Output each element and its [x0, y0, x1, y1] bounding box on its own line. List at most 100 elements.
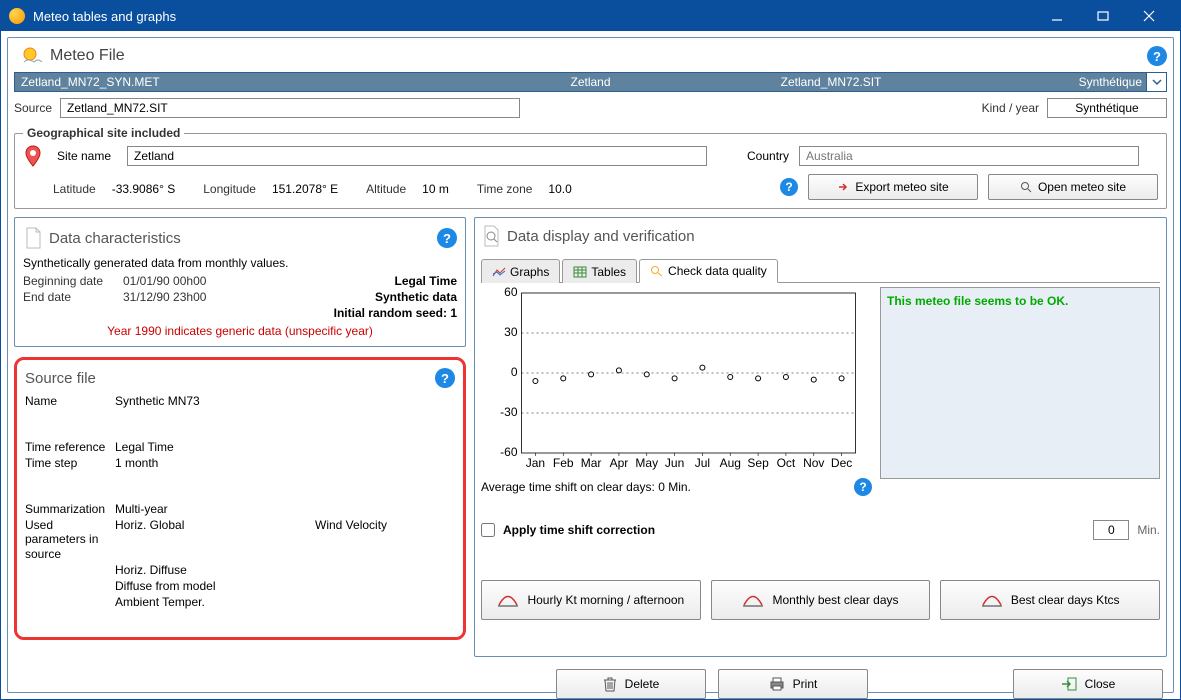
- pin-icon: [23, 144, 43, 168]
- synthetic-data: Synthetic data: [375, 290, 457, 304]
- curve-icon: [742, 592, 764, 608]
- svg-text:60: 60: [504, 287, 518, 299]
- help-icon[interactable]: ?: [780, 178, 798, 196]
- data-display-panel: Data display and verification Graphs Tab…: [474, 217, 1167, 657]
- apply-shift-label: Apply time shift correction: [503, 523, 655, 537]
- name-label: Name: [25, 394, 115, 408]
- source-input[interactable]: [60, 98, 520, 118]
- curve-icon: [497, 592, 519, 608]
- timestep-value: 1 month: [115, 456, 455, 470]
- tab-label: Check data quality: [668, 264, 767, 278]
- open-label: Open meteo site: [1038, 180, 1126, 194]
- shift-minutes-input[interactable]: [1093, 520, 1129, 540]
- svg-text:Dec: Dec: [831, 456, 852, 470]
- data-char-title: Data characteristics: [49, 230, 437, 247]
- tab-graphs[interactable]: Graphs: [481, 259, 560, 283]
- kind-value: Synthétique: [1047, 98, 1167, 118]
- param2: Horiz. Diffuse: [115, 563, 455, 577]
- maximize-button[interactable]: [1080, 1, 1126, 31]
- min-label: Min.: [1137, 523, 1160, 537]
- begin-value: 01/01/90 00h00: [123, 274, 206, 288]
- source-file-panel: Source file ? NameSynthetic MN73 Time re…: [14, 357, 466, 640]
- titlebar: Meteo tables and graphs: [1, 1, 1180, 31]
- arrow-right-icon: [837, 181, 849, 193]
- svg-text:Sep: Sep: [747, 456, 769, 470]
- close-button[interactable]: [1126, 1, 1172, 31]
- close-dialog-button[interactable]: Close: [1013, 669, 1163, 699]
- svg-text:May: May: [635, 456, 658, 470]
- file-selector[interactable]: Zetland_MN72_SYN.MET Zetland Zetland_MN7…: [14, 72, 1167, 92]
- app-icon: [9, 8, 25, 24]
- svg-text:Aug: Aug: [720, 456, 741, 470]
- help-icon[interactable]: ?: [435, 368, 455, 388]
- used-label: Used parameters in source: [25, 518, 115, 561]
- svg-text:Jun: Jun: [665, 456, 684, 470]
- help-icon[interactable]: ?: [1147, 46, 1167, 66]
- print-button[interactable]: Print: [718, 669, 868, 699]
- chevron-down-icon[interactable]: [1146, 73, 1166, 91]
- svg-text:Apr: Apr: [610, 456, 629, 470]
- legal-time: Legal Time: [395, 274, 457, 288]
- document-icon: [23, 226, 43, 250]
- apply-shift-checkbox[interactable]: [481, 523, 495, 537]
- svg-text:0: 0: [511, 365, 518, 379]
- lon-value: 151.2078° E: [272, 182, 338, 196]
- param3: Diffuse from model: [115, 579, 455, 593]
- tab-label: Graphs: [510, 265, 549, 279]
- begin-label: Beginning date: [23, 274, 123, 288]
- display-title: Data display and verification: [507, 228, 1160, 245]
- timestep-label: Time step: [25, 456, 115, 470]
- search-icon: [650, 265, 664, 277]
- summ-value: Multi-year: [115, 502, 455, 516]
- timeref-value: Legal Time: [115, 440, 455, 454]
- btn-label: Best clear days Ktcs: [1011, 593, 1120, 607]
- best-clear-button[interactable]: Best clear days Ktcs: [940, 580, 1160, 620]
- hourly-kt-button[interactable]: Hourly Kt morning / afternoon: [481, 580, 701, 620]
- name-value: Synthetic MN73: [115, 394, 455, 408]
- export-meteo-button[interactable]: Export meteo site: [808, 174, 978, 200]
- file-name-b: Zetland: [564, 75, 616, 89]
- svg-text:30: 30: [504, 325, 518, 339]
- geo-fieldset: Geographical site included Site name Cou…: [14, 126, 1167, 209]
- country-input[interactable]: [799, 146, 1139, 166]
- file-name-c: Zetland_MN72.SIT: [775, 75, 888, 89]
- delete-button[interactable]: Delete: [556, 669, 706, 699]
- svg-text:Oct: Oct: [777, 456, 796, 470]
- kind-label: Kind / year: [982, 101, 1039, 115]
- graph-icon: [492, 266, 506, 278]
- tab-tables[interactable]: Tables: [562, 259, 637, 283]
- tz-label: Time zone: [477, 182, 533, 196]
- btn-label: Monthly best clear days: [772, 593, 898, 607]
- svg-text:Feb: Feb: [553, 456, 574, 470]
- status-text: This meteo file seems to be OK.: [887, 294, 1153, 308]
- site-name-input[interactable]: [127, 146, 707, 166]
- site-name-label: Site name: [57, 149, 117, 163]
- btn-label: Hourly Kt morning / afternoon: [527, 593, 684, 607]
- timeref-label: Time reference: [25, 440, 115, 454]
- source-file-title: Source file: [25, 370, 435, 387]
- minimize-button[interactable]: [1034, 1, 1080, 31]
- svg-text:Mar: Mar: [581, 456, 602, 470]
- alt-value: 10 m: [422, 182, 449, 196]
- summ-label: Summarization: [25, 502, 115, 516]
- svg-text:-60: -60: [500, 445, 518, 459]
- end-label: End date: [23, 290, 123, 304]
- file-name-a: Zetland_MN72_SYN.MET: [15, 75, 166, 89]
- svg-text:-30: -30: [500, 405, 518, 419]
- trash-icon: [603, 676, 617, 692]
- open-meteo-button[interactable]: Open meteo site: [988, 174, 1158, 200]
- year-note: Year 1990 indicates generic data (unspec…: [23, 324, 457, 338]
- seed: Initial random seed: 1: [334, 306, 457, 320]
- exit-icon: [1061, 677, 1077, 691]
- param5: Wind Velocity: [315, 518, 455, 561]
- data-char-desc: Synthetically generated data from monthl…: [23, 256, 457, 270]
- tz-value: 10.0: [548, 182, 571, 196]
- alt-label: Altitude: [366, 182, 406, 196]
- monthly-clear-button[interactable]: Monthly best clear days: [711, 580, 931, 620]
- help-icon[interactable]: ?: [854, 478, 872, 496]
- help-icon[interactable]: ?: [437, 228, 457, 248]
- source-label: Source: [14, 101, 52, 115]
- tab-check-quality[interactable]: Check data quality: [639, 259, 778, 283]
- chart-caption: Average time shift on clear days: 0 Min.: [481, 480, 691, 494]
- lon-label: Longitude: [203, 182, 256, 196]
